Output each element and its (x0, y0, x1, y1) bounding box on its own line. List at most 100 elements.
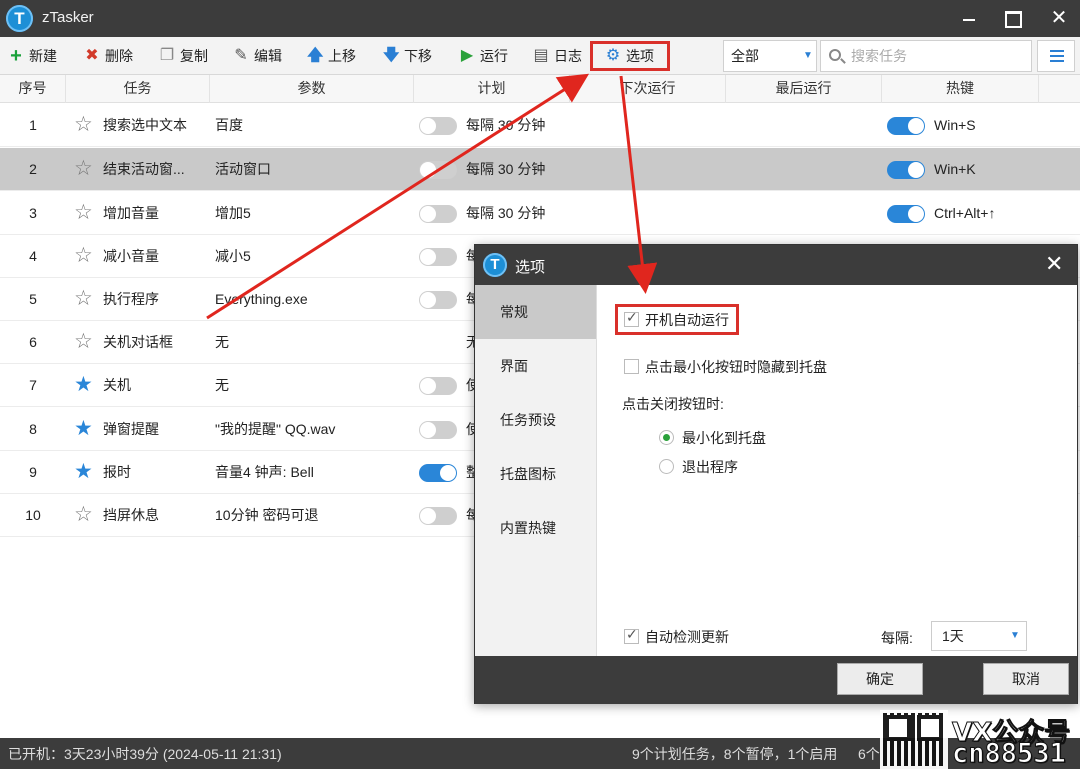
hide-to-tray-label: 点击最小化按钮时隐藏到托盘 (645, 359, 827, 375)
auto-update-checkbox[interactable] (624, 626, 639, 644)
minimize-to-tray-label: 最小化到托盘 (682, 430, 766, 446)
list-menu-button[interactable] (1037, 40, 1075, 72)
task-param: 音量4 钟声: Bell (215, 464, 314, 480)
close-icon[interactable]: ✕ (1045, 251, 1063, 277)
star-outline-icon[interactable]: ☆ (74, 104, 98, 147)
uptime-text: 已开机：3天23小时39分 (2024-05-11 21:31) (8, 746, 282, 762)
move-up-label: 上移 (328, 48, 356, 64)
col-params[interactable]: 参数 (210, 75, 414, 103)
run-button[interactable]: ▶ 运行 (459, 45, 508, 67)
minimize-to-tray-radio[interactable] (659, 430, 674, 445)
cancel-button[interactable]: 取消 (983, 663, 1069, 695)
row-number: 6 (29, 334, 37, 350)
exit-program-radio[interactable] (659, 459, 674, 474)
plan-toggle[interactable] (419, 421, 457, 439)
maximize-button[interactable] (989, 0, 1035, 37)
star-outline-icon[interactable]: ☆ (74, 321, 98, 364)
star-outline-icon[interactable]: ☆ (74, 192, 98, 235)
col-last-run[interactable]: 最后运行 (726, 75, 882, 103)
options-highlight-box (590, 41, 670, 71)
options-dialog: T 选项 ✕ 常规 界面 任务预设 托盘图标 内置热键 开机自动运行 点击最小化… (474, 244, 1078, 704)
move-up-button[interactable]: 🡅 上移 (307, 45, 356, 67)
plan-toggle[interactable] (419, 291, 457, 309)
hotkey-toggle[interactable] (887, 205, 925, 223)
dialog-title-bar: T 选项 ✕ (475, 245, 1077, 285)
row-number: 10 (25, 507, 41, 523)
plan-toggle[interactable] (419, 117, 457, 135)
table-row[interactable]: 3 ☆ 增加音量 增加5 每隔 30 分钟 Ctrl+Alt+↑ (0, 192, 1080, 235)
sidebar-item-interface[interactable]: 界面 (475, 339, 596, 393)
col-hotkey[interactable]: 热键 (882, 75, 1039, 103)
hotkey-toggle[interactable] (887, 161, 925, 179)
chevron-down-icon: ▼ (1010, 630, 1020, 641)
plan-toggle[interactable] (419, 205, 457, 223)
sidebar-item-tray-icon[interactable]: 托盘图标 (475, 447, 596, 501)
interval-select[interactable]: 1天 ▼ (931, 621, 1027, 651)
move-down-button[interactable]: 🡇 下移 (383, 45, 432, 67)
sidebar-item-builtin-hotkeys[interactable]: 内置热键 (475, 501, 596, 555)
task-param: 减小5 (215, 248, 251, 264)
search-input[interactable]: 搜索任务 (820, 40, 1032, 72)
delete-label: 删除 (105, 48, 133, 64)
minimize-button[interactable] (945, 0, 991, 37)
star-outline-icon[interactable]: ☆ (74, 278, 98, 321)
task-name: 搜索选中文本 (103, 117, 187, 133)
auto-start-highlight-box (615, 304, 739, 335)
row-number: 7 (29, 377, 37, 393)
table-row-selected[interactable]: 2 ☆ 结束活动窗... 活动窗口 每隔 30 分钟 Win+K (0, 148, 1080, 191)
star-outline-icon[interactable]: ☆ (74, 494, 98, 537)
star-filled-icon[interactable]: ★ (74, 364, 98, 407)
interval-value: 1天 (942, 628, 964, 644)
task-name: 增加音量 (103, 205, 159, 221)
log-button[interactable]: ▤ 日志 (533, 45, 582, 67)
new-button[interactable]: + 新建 (8, 45, 57, 67)
copy-icon: ❐ (159, 47, 175, 64)
dialog-logo-icon: T (483, 253, 507, 277)
plan-toggle[interactable] (419, 161, 457, 179)
copy-label: 复制 (180, 48, 208, 64)
filter-select[interactable]: 全部 ▼ (723, 40, 817, 72)
copy-button[interactable]: ❐ 复制 (159, 45, 208, 67)
edit-label: 编辑 (254, 48, 282, 64)
table-row[interactable]: 1 ☆ 搜索选中文本 百度 每隔 30 分钟 Win+S (0, 104, 1080, 147)
col-task[interactable]: 任务 (66, 75, 210, 103)
task-name: 挡屏休息 (103, 507, 159, 523)
new-label: 新建 (29, 48, 57, 64)
sidebar-item-task-presets[interactable]: 任务预设 (475, 393, 596, 447)
chevron-down-icon: ▼ (803, 50, 813, 61)
row-number: 1 (29, 117, 37, 133)
hide-to-tray-checkbox[interactable] (624, 359, 639, 374)
task-plan: 每隔 30 分钟 (466, 205, 546, 221)
task-name: 弹窗提醒 (103, 421, 159, 437)
plan-toggle[interactable] (419, 464, 457, 482)
close-button[interactable]: ✕ (1036, 0, 1080, 37)
col-next-run[interactable]: 下次运行 (570, 75, 726, 103)
task-param: 增加5 (215, 205, 251, 221)
star-outline-icon[interactable]: ☆ (74, 148, 98, 191)
hotkey-toggle[interactable] (887, 117, 925, 135)
on-close-label: 点击关闭按钮时: (622, 396, 724, 412)
star-outline-icon[interactable]: ☆ (74, 235, 98, 278)
col-plan[interactable]: 计划 (414, 75, 570, 103)
edit-button[interactable]: ✎ 编辑 (233, 45, 282, 67)
delete-button[interactable]: ✖ 删除 (84, 45, 133, 67)
star-filled-icon[interactable]: ★ (74, 408, 98, 451)
log-label: 日志 (554, 48, 582, 64)
task-param: 无 (215, 377, 229, 393)
ok-button[interactable]: 确定 (837, 663, 923, 695)
app-title: zTasker (42, 9, 94, 26)
interval-label: 每隔: (881, 630, 913, 646)
dialog-footer: 确定 取消 (475, 656, 1077, 704)
col-no[interactable]: 序号 (0, 75, 66, 103)
plan-toggle[interactable] (419, 248, 457, 266)
filter-value: 全部 (731, 48, 759, 64)
sidebar-item-general[interactable]: 常规 (475, 285, 596, 339)
plan-toggle[interactable] (419, 507, 457, 525)
plus-icon: + (10, 45, 22, 67)
row-number: 3 (29, 205, 37, 221)
task-param: 活动窗口 (215, 161, 271, 177)
table-header: 序号 任务 参数 计划 下次运行 最后运行 热键 (0, 75, 1080, 103)
plan-toggle[interactable] (419, 377, 457, 395)
dialog-sidebar: 常规 界面 任务预设 托盘图标 内置热键 (475, 285, 597, 656)
star-filled-icon[interactable]: ★ (74, 451, 98, 494)
